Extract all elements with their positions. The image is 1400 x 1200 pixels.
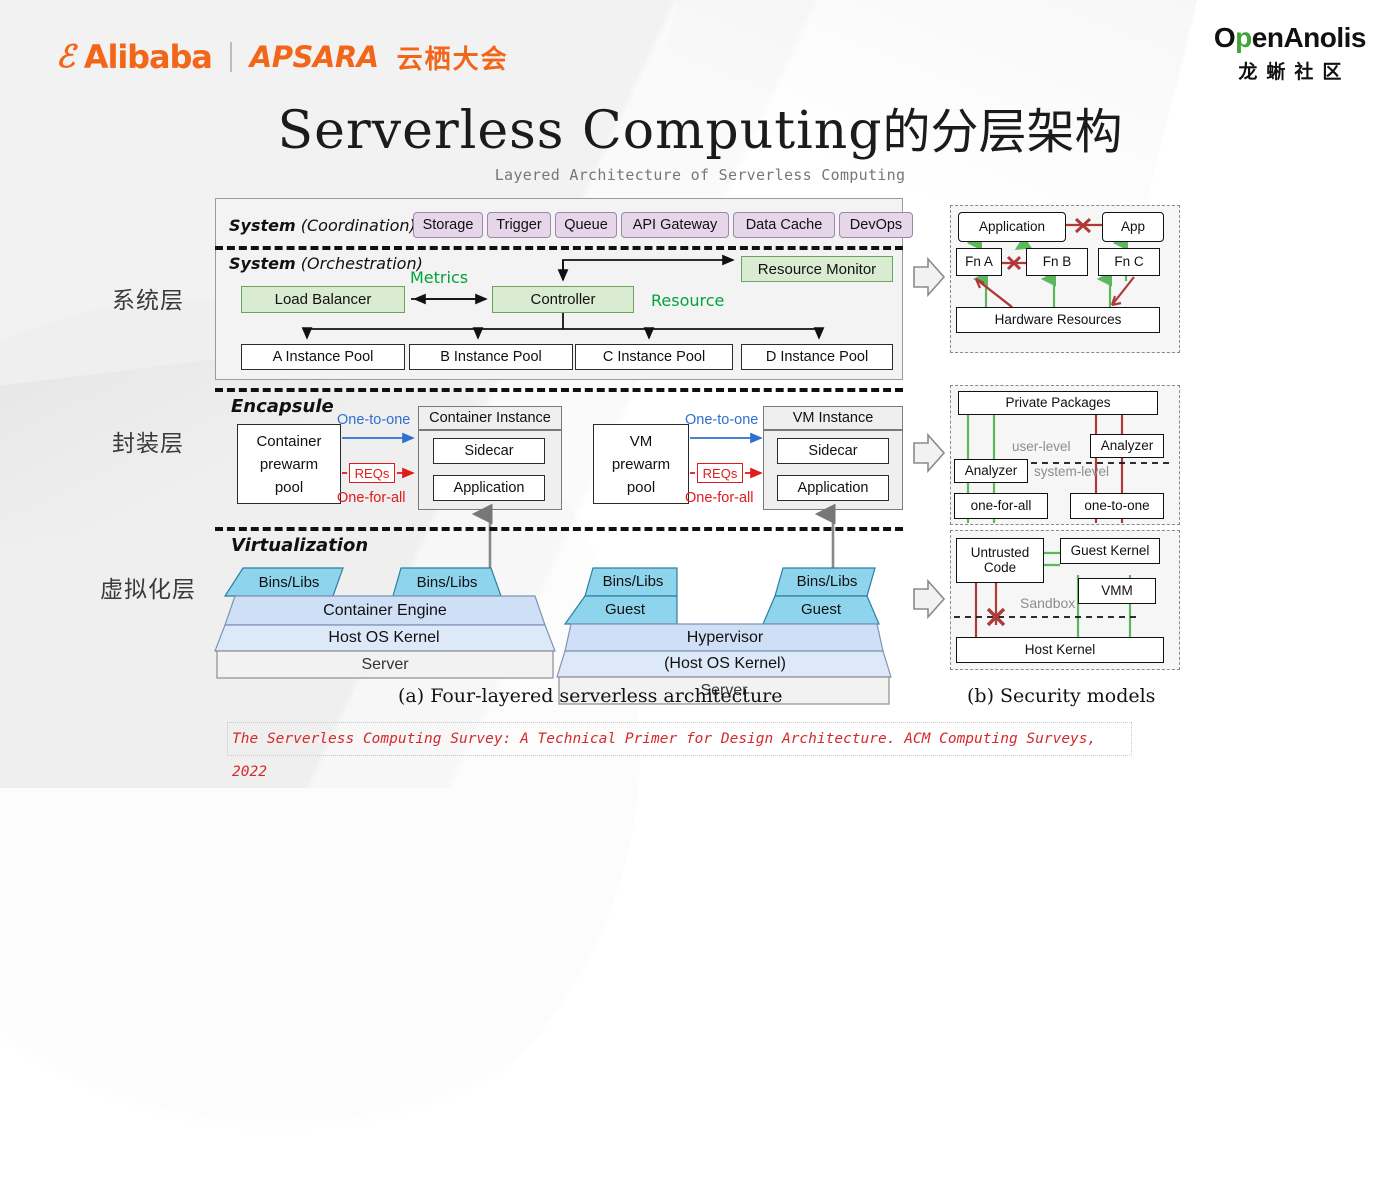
layer-label-encapsule: 封装层 [112,431,184,457]
openanolis-chinese-label: 龙蜥社区 [1238,62,1351,83]
citation-line-1: The Serverless Computing Survey: A Techn… [232,731,1097,747]
untrusted-line-1: Untrusted [970,545,1030,561]
page-title: Serverless Computing的分层架构 [0,92,1400,162]
openanolis-o: O [1213,22,1236,53]
caption-figure-a: (a) Four-layered serverless architecture [398,685,783,707]
apsara-wordmark: APSARA [249,40,379,74]
box-guest-kernel[interactable]: Guest Kernel [1060,538,1160,564]
openanolis-leaf-icon: p [1235,22,1252,53]
openanolis-wordmark: OpenAnolis [1213,22,1367,53]
label-left-bins-libs-1: Bins/Libs [258,573,320,591]
box-vmm[interactable]: VMM [1078,578,1156,604]
label-left-host-os-kernel: Host OS Kernel [328,629,440,646]
citation-line-2: 2022 [232,764,267,780]
alibaba-symbol-icon: ℰ [56,39,75,74]
box-untrusted-code[interactable]: Untrusted Code [956,538,1044,583]
label-guest-1: Guest [604,600,646,618]
page-title-chinese: 的分层架构 [882,104,1123,160]
alibaba-wordmark: Alibaba [83,38,213,76]
label-guest-2: Guest [800,600,842,618]
layer-label-virtualization: 虚拟化层 [100,577,196,603]
openanolis-rest: enAnolis [1251,22,1367,53]
label-right-host-os-kernel: (Host OS Kernel) [664,655,786,672]
alibaba-apsara-logo: ℰ Alibaba APSARA 云栖大会 [56,38,509,76]
label-sandbox: Sandbox [1020,595,1076,611]
label-left-bins-libs-2: Bins/Libs [416,573,478,591]
untrusted-line-2: Code [983,559,1017,575]
panel-pointer-arrows [913,256,946,620]
figure-b-security-models: Application App Fn A Fn B Fn C Hardware … [913,205,1180,670]
caption-figure-b: (b) Security models [967,685,1156,707]
box-host-kernel[interactable]: Host Kernel [956,637,1164,663]
label-hypervisor: Hypervisor [686,629,764,646]
logo-divider [229,42,232,72]
label-container-engine: Container Engine [323,601,447,619]
page-title-english: Serverless Computing [277,101,883,161]
figure-a-four-layered-architecture: System (Coordination) Storage Trigger Qu… [214,198,913,705]
label-right-bins-libs-2: Bins/Libs [796,572,858,590]
openanolis-logo: OpenAnolis 龙蜥社区 [1213,22,1367,84]
layer-label-system: 系统层 [112,288,184,314]
security-panel-3-lines [954,551,1136,642]
label-right-bins-libs-1: Bins/Libs [602,572,664,590]
page-subtitle: Layered Architecture of Serverless Compu… [494,166,906,184]
apsara-chinese-label: 云栖大会 [396,43,509,74]
label-left-server: Server [361,655,409,673]
